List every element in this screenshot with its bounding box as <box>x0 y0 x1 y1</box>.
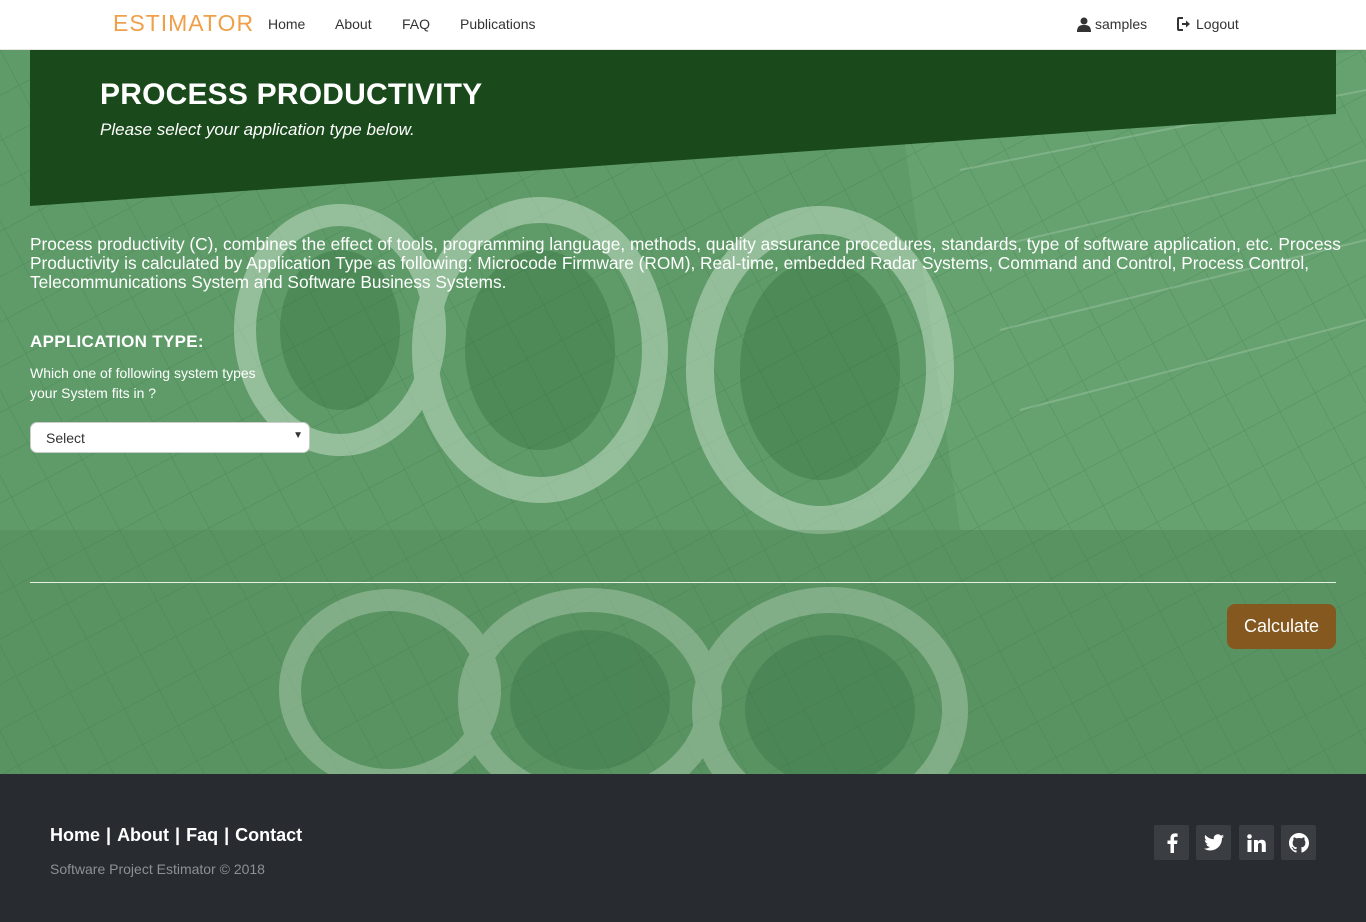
github-icon[interactable] <box>1281 825 1316 860</box>
username-label: samples <box>1095 16 1148 32</box>
footer-nav: Home | About | Faq | Contact <box>50 825 302 846</box>
user-icon <box>1077 17 1091 32</box>
select-value: Select <box>46 430 85 446</box>
hero-background <box>0 50 1366 774</box>
nav-publications-link[interactable]: Publications <box>460 16 536 32</box>
facebook-icon[interactable] <box>1154 825 1189 860</box>
twitter-icon[interactable] <box>1196 825 1231 860</box>
logout-label: Logout <box>1196 16 1239 32</box>
copyright-text: Software Project Estimator © 2018 <box>50 861 265 877</box>
linkedin-icon[interactable] <box>1239 825 1274 860</box>
footer-home-link[interactable]: Home <box>50 825 100 846</box>
application-type-question: Which one of following system types your… <box>30 365 256 401</box>
application-type-select[interactable]: Select ▼ <box>30 422 310 453</box>
footer-separator: | <box>224 825 230 845</box>
logout-link[interactable]: Logout <box>1177 16 1239 32</box>
calculate-button[interactable]: Calculate <box>1227 604 1336 649</box>
logout-icon <box>1177 17 1192 31</box>
footer-about-link[interactable]: About <box>117 825 169 846</box>
footer-contact-link[interactable]: Contact <box>235 825 302 846</box>
page-subtitle: Please select your application type belo… <box>100 120 415 139</box>
nav-about-link[interactable]: About <box>335 16 372 32</box>
footer: Home | About | Faq | Contact Software Pr… <box>0 774 1366 922</box>
top-navbar: ESTIMATOR Home About FAQ Publications sa… <box>0 0 1366 50</box>
brand-logo[interactable]: ESTIMATOR <box>113 10 254 37</box>
nav-home-link[interactable]: Home <box>268 16 305 32</box>
section-divider <box>30 582 1336 583</box>
lower-section-band <box>0 530 1366 774</box>
footer-separator: | <box>106 825 112 845</box>
application-type-heading: APPLICATION TYPE: <box>30 332 204 351</box>
user-menu[interactable]: samples <box>1077 16 1147 32</box>
nav-faq-link[interactable]: FAQ <box>402 16 430 32</box>
dropdown-caret-icon: ▼ <box>293 430 303 441</box>
page-title: PROCESS PRODUCTIVITY <box>100 78 483 111</box>
footer-faq-link[interactable]: Faq <box>186 825 218 846</box>
footer-separator: | <box>175 825 181 845</box>
process-productivity-description: Process productivity (C), combines the e… <box>30 234 1341 292</box>
